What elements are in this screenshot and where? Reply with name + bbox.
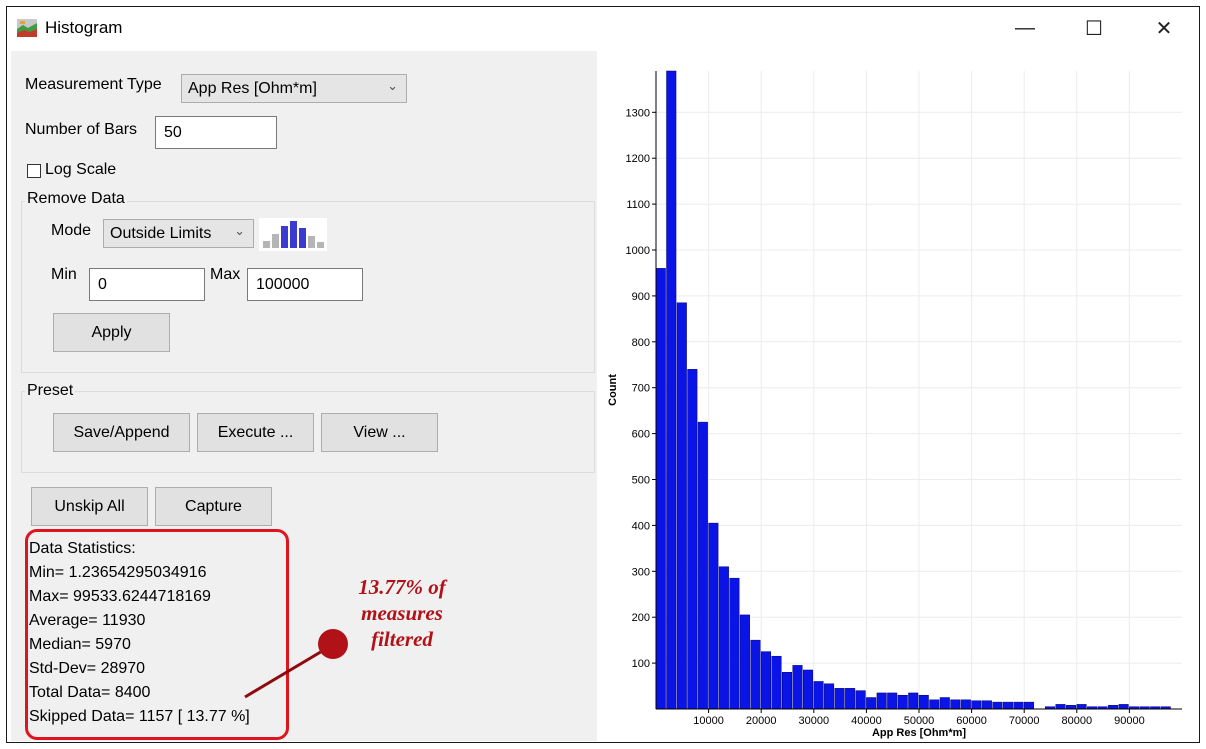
histogram-bar — [813, 681, 824, 710]
histogram-bar — [1055, 704, 1066, 710]
histogram-bar — [1076, 704, 1087, 710]
y-tick-label: 500 — [632, 475, 650, 487]
histogram-bar — [939, 697, 950, 710]
y-axis-label: Count — [607, 374, 619, 406]
histogram-bar — [981, 700, 992, 710]
histogram-svg: 100 200 300 400 500 600 700 800 900 1000 1100 1200 1… — [607, 70, 1182, 739]
histogram-bar — [876, 692, 887, 710]
histogram-bar — [960, 699, 971, 710]
y-tick-label: 1300 — [626, 107, 650, 119]
histogram-bar — [1108, 705, 1119, 710]
x-axis-label: App Res [Ohm*m] — [872, 727, 966, 739]
x-tick-label: 70000 — [1009, 715, 1040, 727]
x-tick-label: 80000 — [1062, 715, 1093, 727]
x-tick-label: 40000 — [851, 715, 882, 727]
histogram-bar — [1023, 701, 1034, 710]
y-tick-label: 400 — [632, 520, 650, 532]
x-tick-label: 60000 — [956, 715, 987, 727]
histogram-bar — [908, 692, 919, 710]
histogram-bar — [792, 665, 803, 710]
x-tick-label: 20000 — [746, 715, 777, 727]
histogram-bar — [676, 302, 687, 710]
y-tick-label: 700 — [632, 383, 650, 395]
close-icon[interactable]: ✕ — [1141, 11, 1187, 45]
histogram-chart[interactable]: 100 200 300 400 500 600 700 800 900 1000 1100 1200 1… — [599, 51, 1199, 741]
x-tick-label: 10000 — [693, 715, 724, 727]
y-tick-label: 600 — [632, 429, 650, 441]
histogram-bar — [729, 577, 740, 710]
histogram-bar — [887, 692, 898, 710]
histogram-bar — [655, 268, 666, 710]
annotation-line-1: 13.77% of — [358, 575, 446, 599]
histogram-window: Histogram — ☐ ✕ Measurement Type App Res… — [6, 6, 1200, 743]
histogram-bar — [824, 683, 835, 710]
histogram-bar — [897, 694, 908, 710]
histogram-bar — [1066, 705, 1077, 710]
annotation-line-3: filtered — [371, 627, 433, 651]
histogram-bar — [1118, 704, 1129, 710]
annotation-pointer — [244, 629, 348, 699]
control-panel: Measurement Type App Res [Ohm*m] ⌄ Numbe… — [11, 51, 597, 741]
y-tick-label: 1200 — [626, 153, 650, 165]
app-icon — [17, 19, 37, 37]
maximize-icon[interactable]: ☐ — [1071, 11, 1117, 45]
histogram-bar — [666, 70, 677, 710]
histogram-bar — [855, 690, 866, 710]
x-tick-label: 50000 — [904, 715, 935, 727]
histogram-bar — [971, 700, 982, 710]
histogram-bar — [718, 566, 729, 710]
histogram-bar — [1013, 701, 1024, 710]
histogram-bar — [834, 688, 845, 710]
y-tick-label: 300 — [632, 566, 650, 578]
y-tick-label: 100 — [632, 658, 650, 670]
histogram-bar — [708, 522, 719, 710]
histogram-bar — [760, 651, 771, 710]
annotation-text: 13.77% of measures filtered — [327, 574, 477, 652]
histogram-bar — [697, 421, 708, 710]
histogram-bar — [687, 369, 698, 710]
minimize-icon[interactable]: — — [1002, 11, 1048, 45]
y-tick-label: 800 — [632, 337, 650, 349]
x-tick-label: 90000 — [1114, 715, 1145, 727]
histogram-bar — [771, 655, 782, 710]
y-tick-label: 200 — [632, 612, 650, 624]
y-tick-label: 1000 — [626, 245, 650, 257]
histogram-bar — [739, 614, 750, 710]
histogram-bar — [918, 694, 929, 710]
histogram-bar — [803, 669, 814, 710]
histogram-bar — [992, 701, 1003, 710]
histogram-bar — [929, 699, 940, 710]
title-bar[interactable]: Histogram — ☐ ✕ — [7, 7, 1199, 49]
histogram-bar — [1002, 701, 1013, 710]
y-tick-label: 1100 — [626, 199, 650, 211]
histogram-bar — [845, 688, 856, 710]
x-tick-label: 30000 — [799, 715, 830, 727]
histogram-bar — [950, 699, 961, 710]
y-tick-label: 900 — [632, 291, 650, 303]
histogram-bar — [866, 697, 877, 710]
histogram-bar — [750, 639, 761, 710]
annotation-line-2: measures — [361, 601, 443, 625]
histogram-bar — [781, 672, 793, 710]
window-title: Histogram — [45, 18, 123, 37]
